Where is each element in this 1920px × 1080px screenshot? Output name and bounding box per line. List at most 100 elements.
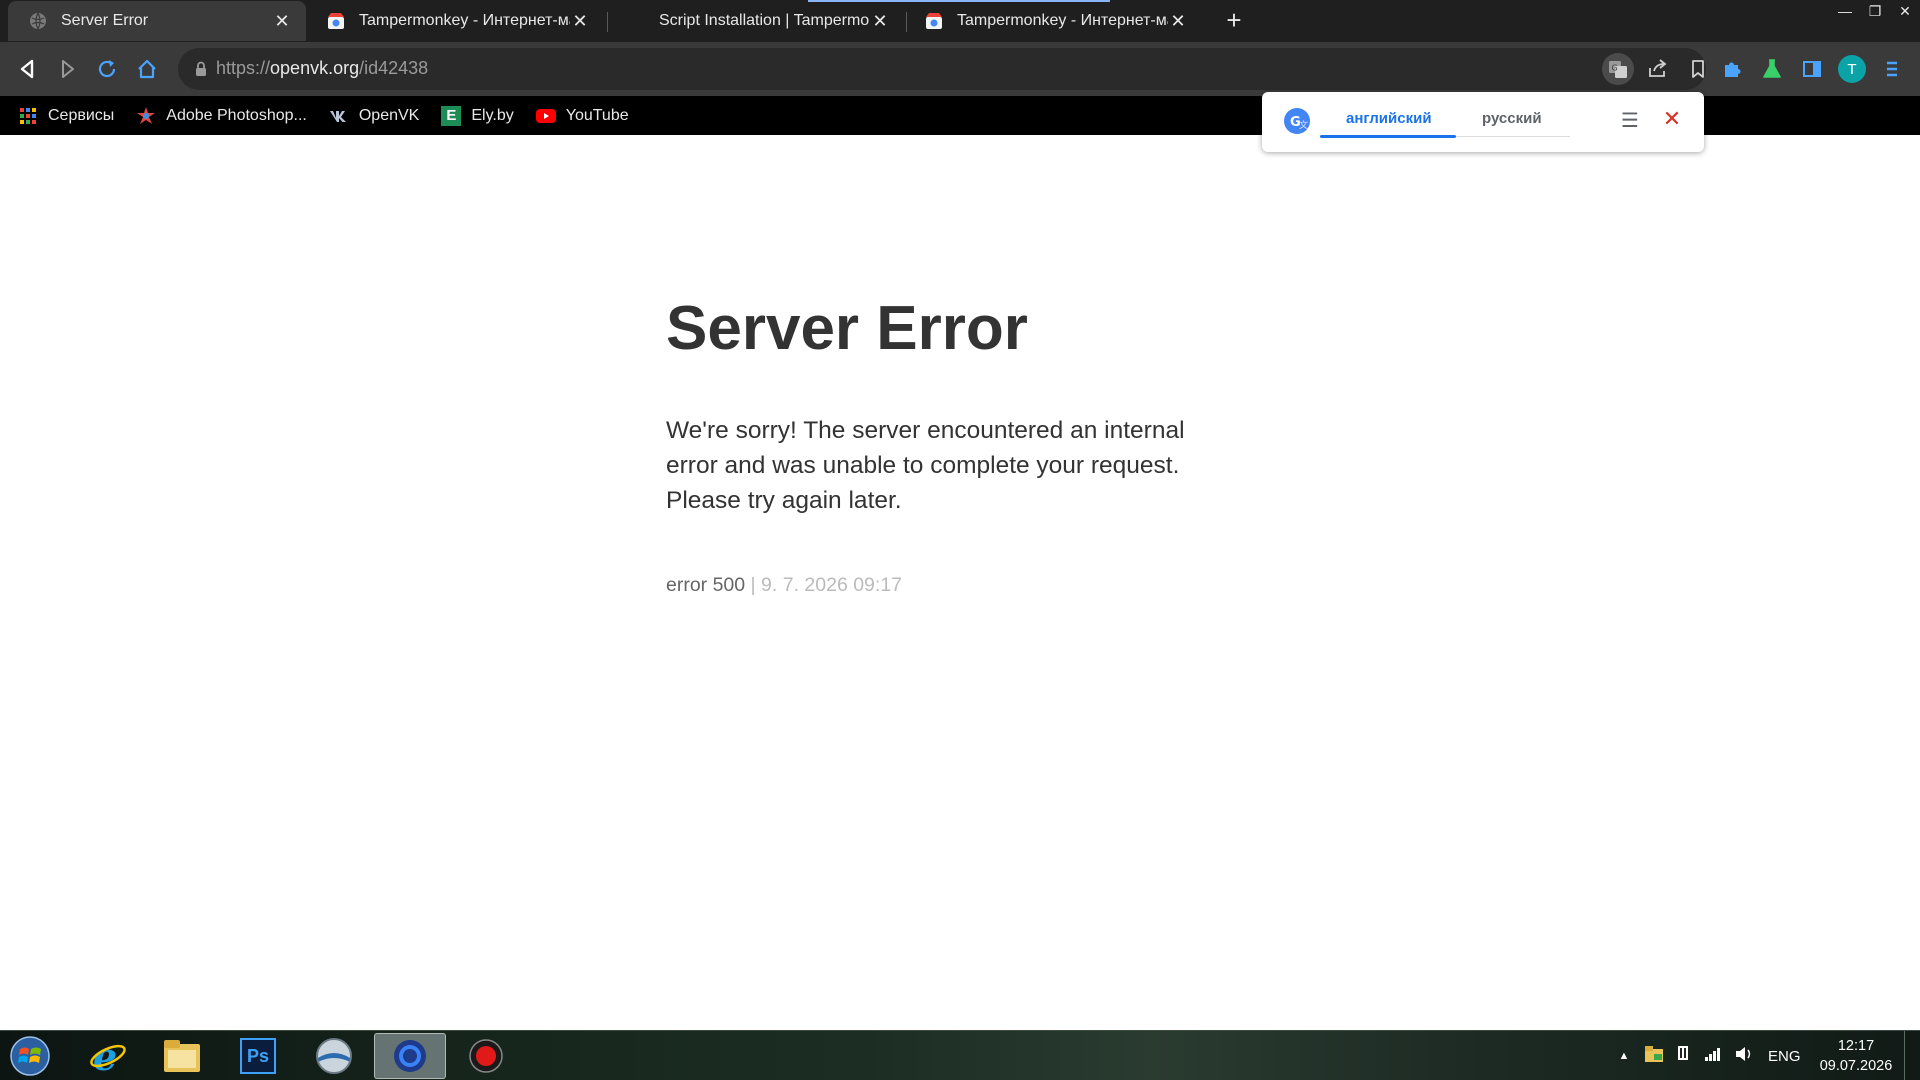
browser-toolbar: https://openvk.org/id42438 G T [0, 42, 1920, 96]
bookmark-icon [1692, 60, 1704, 78]
minecraft-launcher-icon [316, 1038, 352, 1074]
tab-tampermonkey-store-1[interactable]: Tampermonkey - Интернет-магазин ✕ [306, 1, 604, 41]
bookmark-photoshop[interactable]: Adobe Photoshop... [136, 106, 307, 126]
bookmark-label: Adobe Photoshop... [166, 106, 307, 124]
minimize-button[interactable]: — [1830, 0, 1860, 22]
taskbar-internet-explorer[interactable]: e [72, 1033, 144, 1079]
bookmark-label: YouTube [565, 106, 629, 124]
windows-start-icon [10, 1036, 50, 1076]
tab-title: Script Installation | Tampermonkey [659, 12, 870, 29]
source-language-tab[interactable]: английский [1346, 110, 1432, 127]
tab-tampermonkey-store-2[interactable]: Tampermonkey - Интернет-магазин ✕ [904, 1, 1202, 41]
clock-date: 09.07.2026 [1819, 1058, 1893, 1074]
internet-explorer-icon: e [90, 1036, 126, 1076]
window-controls: — ❐ ✕ [1830, 0, 1920, 22]
close-tab-icon[interactable]: ✕ [870, 11, 890, 31]
target-language-tab[interactable]: русский [1482, 110, 1542, 127]
tab-title: Tampermonkey - Интернет-магазин [957, 12, 1168, 29]
chrome-icon [394, 1040, 426, 1072]
restore-button[interactable]: ❐ [1860, 0, 1890, 22]
profile-avatar[interactable]: T [1838, 55, 1866, 83]
tray-folder-icon[interactable] [1644, 1045, 1664, 1067]
start-button[interactable] [8, 1035, 52, 1077]
tab-server-error[interactable]: Server Error ✕ [8, 1, 306, 41]
ely-icon: E [441, 105, 462, 126]
url-path: /id42438 [359, 58, 429, 78]
side-panel-button[interactable] [1798, 55, 1826, 83]
reload-icon [98, 60, 116, 78]
close-icon[interactable]: ✕ [1660, 106, 1684, 134]
url-scheme: https:// [216, 58, 271, 78]
page-content: Server Error We're sorry! The server enc… [0, 135, 1920, 1030]
taskbar-recorder[interactable] [450, 1033, 522, 1079]
extensions-button[interactable] [1718, 55, 1746, 83]
bookmark-openvk[interactable]: OpenVK [329, 106, 419, 126]
globe-icon [28, 12, 47, 31]
language-indicator[interactable]: ENG [1768, 1048, 1801, 1065]
tray-network-adapter-icon[interactable] [1674, 1044, 1692, 1068]
close-tab-icon[interactable]: ✕ [272, 11, 292, 31]
close-window-button[interactable]: ✕ [1890, 0, 1920, 22]
share-icon [1649, 59, 1667, 77]
home-icon [138, 59, 156, 79]
url-host: openvk.org [270, 58, 360, 78]
puzzle-icon [1725, 62, 1741, 77]
menu-button[interactable] [1878, 55, 1906, 83]
forward-icon [62, 60, 74, 78]
bookmark-youtube[interactable]: YouTube [535, 106, 629, 126]
flask-icon [1763, 59, 1781, 78]
translate-popup: G文 английский русский ☰ ✕ [1262, 92, 1704, 152]
address-bar[interactable]: https://openvk.org/id42438 G [178, 48, 1706, 90]
translate-options-icon[interactable]: ☰ [1620, 108, 1640, 132]
home-button[interactable] [133, 55, 161, 83]
windows-taskbar: e Ps ▲ ENG 12:17 09.07.2026 [0, 1030, 1920, 1080]
google-translate-icon: G文 [1282, 106, 1312, 136]
back-button[interactable] [14, 55, 42, 83]
bookmark-label: Ely.by [471, 106, 514, 124]
lock-icon[interactable] [192, 60, 210, 78]
svg-text:文: 文 [1299, 119, 1308, 131]
selected-tab-indicator [1320, 135, 1456, 138]
error-code: error 500 [666, 574, 746, 596]
file-explorer-icon [164, 1040, 200, 1072]
close-tab-icon[interactable]: ✕ [1168, 11, 1188, 31]
labs-button[interactable] [1758, 55, 1786, 83]
show-desktop-button[interactable] [1904, 1031, 1920, 1080]
signal-icon[interactable] [1704, 1046, 1722, 1066]
bookmark-page-button[interactable] [1682, 53, 1714, 85]
url-text[interactable]: https://openvk.org/id42438 [216, 58, 428, 79]
taskbar-chrome[interactable] [374, 1033, 446, 1079]
vk-icon [329, 106, 349, 126]
hamburger-icon [1887, 61, 1897, 77]
translate-page-button[interactable]: G [1602, 53, 1634, 85]
photoshop-icon: Ps [240, 1038, 276, 1074]
taskbar-minecraft-launcher[interactable] [298, 1033, 370, 1079]
taskbar-file-explorer[interactable] [146, 1033, 218, 1079]
clock-time: 12:17 [1837, 1038, 1875, 1054]
chrome-webstore-icon [924, 12, 943, 31]
error-timestamp: 9. 7. 2026 09:17 [761, 574, 903, 596]
reload-button[interactable] [93, 55, 121, 83]
volume-icon[interactable] [1734, 1045, 1754, 1067]
side-panel-icon [1803, 61, 1821, 77]
meta-separator: | [750, 574, 756, 596]
error-message: We're sorry! The server encountered an i… [666, 417, 1185, 514]
back-icon [20, 59, 34, 79]
new-tab-button[interactable]: + [1222, 7, 1246, 33]
tab-title: Server Error [61, 12, 149, 29]
tab-script-installation[interactable]: Script Installation | Tampermonkey ✕ [606, 1, 904, 41]
close-tab-icon[interactable]: ✕ [570, 11, 590, 31]
share-button[interactable] [1642, 53, 1674, 85]
bookmark-services[interactable]: Сервисы [18, 106, 114, 126]
tab-title: Tampermonkey - Интернет-магазин [359, 12, 570, 29]
show-hidden-icons[interactable]: ▲ [1614, 1050, 1634, 1062]
taskbar-photoshop[interactable]: Ps [222, 1033, 294, 1079]
taskbar-clock[interactable]: 12:17 09.07.2026 [1808, 1036, 1904, 1076]
bookmark-ely[interactable]: E Ely.by [441, 105, 514, 126]
page-title: Server Error [666, 294, 1028, 363]
error-meta: error 500 | 9. 7. 2026 09:17 [666, 574, 902, 597]
forward-button[interactable] [53, 55, 81, 83]
svg-text:G: G [1612, 64, 1618, 73]
apps-grid-icon [18, 106, 38, 126]
tab-strip: Server Error ✕ Tampermonkey - Интернет-м… [0, 0, 1920, 42]
